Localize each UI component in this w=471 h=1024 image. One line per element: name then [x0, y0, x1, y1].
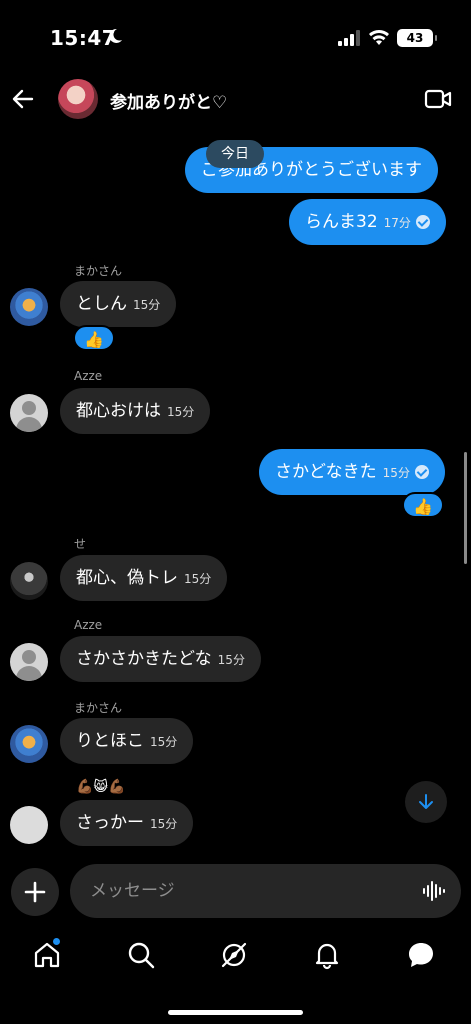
sender-name: Azze: [74, 618, 103, 632]
message-composer[interactable]: [70, 864, 461, 918]
message-time: 17分: [383, 216, 411, 230]
arrow-down-icon: [419, 794, 433, 809]
message-time: 15分: [217, 653, 245, 667]
home-indicator: [168, 1010, 303, 1015]
message-text: さかさかきたどな: [76, 649, 212, 669]
group-avatar[interactable]: [58, 79, 98, 119]
message-text: 都心おけは: [76, 401, 161, 421]
scroll-to-bottom-button[interactable]: [405, 781, 447, 823]
avatar[interactable]: [10, 725, 48, 763]
avatar[interactable]: [10, 643, 48, 681]
message-input[interactable]: [90, 864, 390, 918]
sender-name: せ: [74, 537, 87, 551]
sender-name: まかさん: [74, 264, 123, 278]
message-bubble-incoming[interactable]: さっかー 15分: [60, 800, 194, 846]
message-text: さっかー: [76, 813, 144, 833]
date-chip: 今日: [206, 140, 264, 168]
reaction-badge[interactable]: 👍: [402, 492, 444, 518]
search-icon[interactable]: [126, 940, 156, 970]
tab-bar: [0, 930, 471, 990]
message-time: 15分: [150, 817, 178, 831]
chat-title[interactable]: 参加ありがと♡: [110, 88, 227, 113]
moon-icon: [109, 28, 122, 43]
message-time: 15分: [184, 572, 212, 586]
bell-icon[interactable]: [312, 940, 342, 970]
arrow-left-icon[interactable]: [10, 86, 36, 112]
scrollbar[interactable]: [464, 452, 467, 564]
message-text: りとほこ: [76, 731, 144, 751]
message-time: 15分: [133, 298, 161, 312]
chat-bubble-icon[interactable]: [406, 940, 436, 970]
compass-icon[interactable]: [219, 940, 249, 970]
message-bubble-incoming[interactable]: さかさかきたどな 15分: [60, 636, 261, 682]
message-bubble-outgoing[interactable]: さかどなきた 15分: [259, 449, 445, 495]
avatar[interactable]: [10, 806, 48, 844]
sender-name: まかさん: [74, 701, 123, 715]
voice-wave-icon[interactable]: [422, 879, 446, 903]
message-bubble-incoming[interactable]: 都心おけは 15分: [60, 388, 211, 434]
status-bar: 15:47 43: [0, 0, 471, 70]
reaction-badge[interactable]: 👍: [73, 325, 115, 351]
message-time: 15分: [150, 735, 178, 749]
avatar[interactable]: [10, 288, 48, 326]
sender-name: Azze: [74, 369, 103, 383]
avatar[interactable]: [10, 562, 48, 600]
add-attachment-button[interactable]: [11, 868, 59, 916]
message-time: 15分: [167, 405, 195, 419]
message-time: 15分: [382, 466, 410, 480]
message-text: としん: [76, 294, 127, 314]
video-camera-icon[interactable]: [424, 88, 452, 110]
message-bubble-outgoing[interactable]: らんま32 17分: [289, 199, 446, 245]
seen-check-icon: [414, 465, 429, 479]
battery-indicator: 43: [397, 29, 437, 47]
avatar[interactable]: [10, 394, 48, 432]
message-bubble-incoming[interactable]: りとほこ 15分: [60, 718, 194, 764]
seen-check-icon: [415, 215, 430, 229]
sender-name: 💪🏾😸💪🏾: [76, 779, 126, 795]
message-text: さかどなきた: [275, 462, 377, 482]
message-bubble-incoming[interactable]: としん 15分: [60, 281, 177, 327]
wifi-icon: [369, 30, 389, 45]
plus-icon: [24, 881, 46, 903]
notification-dot: [53, 938, 60, 945]
chat-header: 参加ありがと♡: [0, 72, 471, 128]
message-text: らんま32: [305, 212, 378, 232]
signal-icon: [338, 30, 360, 46]
message-text: 都心、偽トレ: [76, 568, 178, 588]
message-bubble-incoming[interactable]: 都心、偽トレ 15分: [60, 555, 228, 601]
